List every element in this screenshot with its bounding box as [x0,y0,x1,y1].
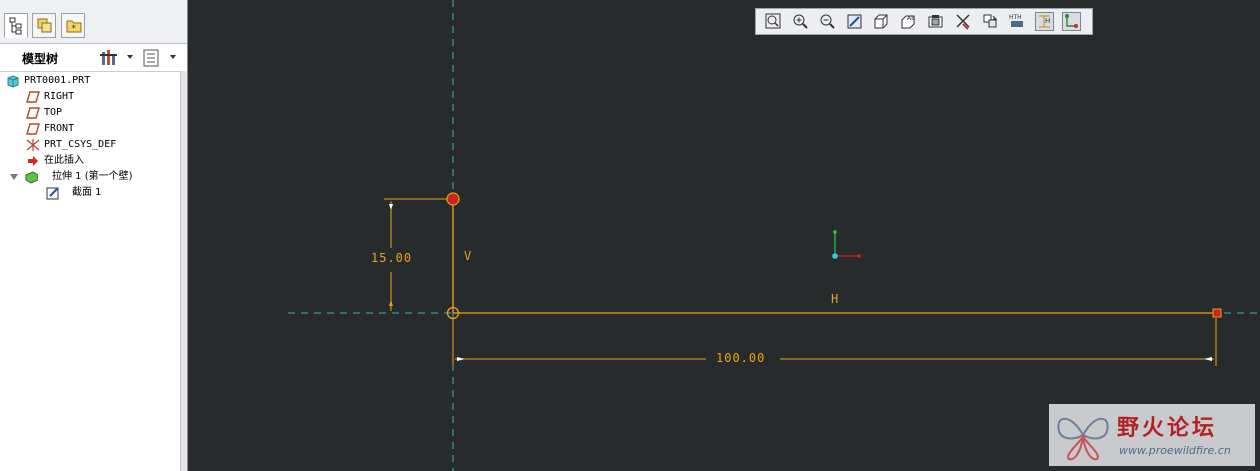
datum-plane-icon [26,123,40,135]
tree-item-extrude[interactable]: * 拉伸 1 (第一个壁) [8,169,178,185]
collapse-triangle-icon[interactable] [10,174,18,180]
constraint-v-label[interactable]: V [464,249,472,263]
disp-grid-icon [983,14,998,28]
dimension-15[interactable]: 15.00 [371,251,412,265]
vertex-end[interactable] [1212,308,1222,318]
zoom-out-icon [820,14,835,29]
datum-plane-icon [26,91,40,103]
extrude-feature-icon: * [25,171,38,184]
refit-icon [765,13,781,29]
disp-locks-icon [1065,14,1078,28]
disp-constraints-icon [956,14,970,30]
svg-text:*: * [72,24,77,34]
dimension-100[interactable]: 100.00 [716,351,765,365]
datum-plane-icon [26,107,40,119]
refit-button[interactable] [764,12,783,31]
display-style-button[interactable] [872,12,891,31]
display-style-icon [874,14,888,29]
zoom-in-icon [793,14,808,29]
chevron-down-icon [127,55,133,59]
model-tree-header: 模型树 [0,44,183,72]
sketch-orientation-icon [928,15,943,28]
dim-arrow [457,357,465,361]
triad-origin [832,253,838,259]
tree-item-insert-here[interactable]: 在此插入 [26,153,176,169]
view-toolbar: AB HTH H [755,8,1093,35]
sketch-section-icon: * [46,187,59,200]
triad-y-tip [833,230,837,234]
repaint-button[interactable] [845,12,864,31]
tree-show-button[interactable] [143,48,179,68]
saved-views-icon: AB [901,15,915,29]
tab-favorites[interactable]: * [61,13,85,38]
constraint-h-label[interactable]: H [831,292,839,306]
model-tree-title: 模型树 [22,52,59,66]
tree-scrollbar[interactable] [180,71,187,471]
part-icon [7,75,19,88]
tree-settings-icon [100,50,117,65]
vertex-top[interactable] [446,192,460,206]
chevron-down-icon [170,55,176,59]
sketch-canvas[interactable] [188,0,1260,471]
tree-item-top[interactable]: TOP [26,105,176,121]
tree-item-part[interactable]: PRT0001.PRT [6,73,176,89]
disp-vertices-button[interactable]: H [1035,12,1054,31]
disp-grid-button[interactable] [981,12,1000,31]
repaint-icon [847,14,862,29]
tree-item-front[interactable]: FRONT [26,121,176,137]
tab-folder-browser[interactable] [32,13,56,38]
zoom-in-button[interactable] [791,12,810,31]
butterfly-logo-icon [1057,417,1109,461]
svg-text:HTH: HTH [1009,14,1022,21]
watermark-url: www.proewildfire.cn [1119,444,1231,457]
favorites-tab-icon: * [66,20,82,34]
disp-locks-button[interactable] [1062,12,1081,31]
disp-dimensions-button[interactable]: HTH [1008,12,1027,31]
navigator-tabs: * [0,0,187,44]
tab-model-tree[interactable] [4,13,28,38]
folder-browser-tab-icon [37,18,52,33]
disp-vertices-icon: H [1039,15,1050,28]
tree-show-icon [143,49,159,67]
sketch-orientation-button[interactable] [926,12,945,31]
zoom-out-button[interactable] [818,12,837,31]
disp-constraints-button[interactable] [954,12,973,31]
saved-views-button[interactable]: AB [899,12,918,31]
tree-item-section[interactable]: * 截面 1 [46,185,176,201]
disp-dimensions-icon: HTH [1009,14,1023,27]
triad-x-tip [857,254,861,258]
tree-settings-button[interactable] [100,48,134,68]
svg-text:AB: AB [907,15,915,22]
coordinate-system-icon [26,139,40,151]
watermark: 野火论坛 www.proewildfire.cn [1049,404,1255,466]
dim-arrow [1204,357,1212,361]
graphics-window[interactable]: 15.00 100.00 V H [188,0,1260,471]
svg-text:H: H [1045,17,1050,25]
insert-here-arrow-icon [28,156,38,166]
model-tree-tab-icon [9,17,22,35]
watermark-brand: 野火论坛 [1117,416,1218,441]
dim-arrow [389,204,393,210]
dim-arrow [389,300,393,306]
tree-item-right[interactable]: RIGHT [26,89,176,105]
model-tree-panel: * 模型树 PRT0001.PRT RIGHT TOP FRONT PRT_CS… [0,0,188,471]
tree-item-csys[interactable]: PRT_CSYS_DEF [26,137,176,153]
